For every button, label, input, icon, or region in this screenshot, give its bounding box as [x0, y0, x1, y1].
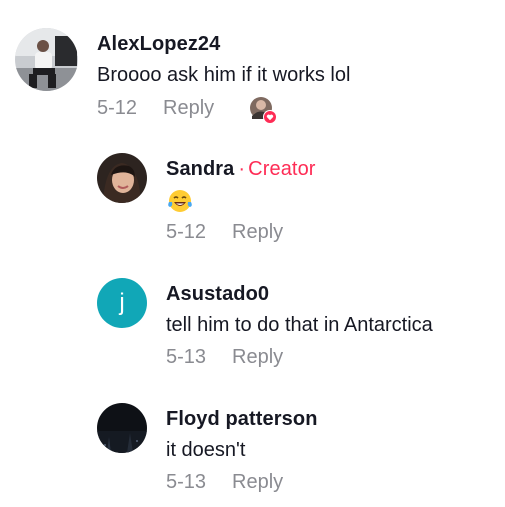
- comment-date: 5-13: [166, 346, 207, 368]
- creator-liked-badge: [249, 96, 279, 126]
- comment-meta: 5-13 Reply: [166, 346, 283, 369]
- comment-date: 5-12: [166, 221, 207, 243]
- username[interactable]: Sandra: [166, 158, 234, 180]
- username[interactable]: Asustado0: [166, 283, 269, 306]
- avatar-sandra[interactable]: [97, 153, 147, 203]
- avatar-photo-sandra: [97, 153, 147, 203]
- avatar-photo-alexlopez24: [15, 28, 78, 91]
- reply-button[interactable]: Reply: [232, 346, 283, 369]
- comment-text: Broooo ask him if it works lol: [97, 64, 351, 86]
- avatar-asustado0[interactable]: j: [97, 278, 147, 328]
- creator-label-text: Creator: [248, 158, 316, 180]
- username[interactable]: AlexLopez24: [97, 33, 220, 56]
- avatar-floyd-patterson[interactable]: [97, 403, 147, 453]
- comment-date: 5-12: [97, 97, 138, 119]
- username-row: Sandra · Creator: [166, 158, 316, 181]
- comment-meta: 5-12 Reply: [166, 221, 283, 244]
- avatar-photo-floyd-patterson: [97, 403, 147, 453]
- username[interactable]: Floyd patterson: [166, 408, 318, 431]
- avatar-alexlopez24[interactable]: [15, 28, 78, 91]
- face-with-tears-of-joy-icon: [167, 188, 193, 214]
- heart-icon: [264, 111, 276, 123]
- reply-button[interactable]: Reply: [232, 221, 283, 244]
- avatar-letter: j: [119, 289, 125, 316]
- comment-date: 5-13: [166, 471, 207, 493]
- comment-meta: 5-13 Reply: [166, 471, 283, 494]
- comment-text: it doesn't: [166, 439, 246, 461]
- creator-label: · Creator: [238, 158, 316, 180]
- reply-button[interactable]: Reply: [163, 97, 214, 120]
- comment-meta: 5-12 Reply: [97, 97, 214, 120]
- reply-button[interactable]: Reply: [232, 471, 283, 494]
- comment-text: tell him to do that in Antarctica: [166, 314, 433, 336]
